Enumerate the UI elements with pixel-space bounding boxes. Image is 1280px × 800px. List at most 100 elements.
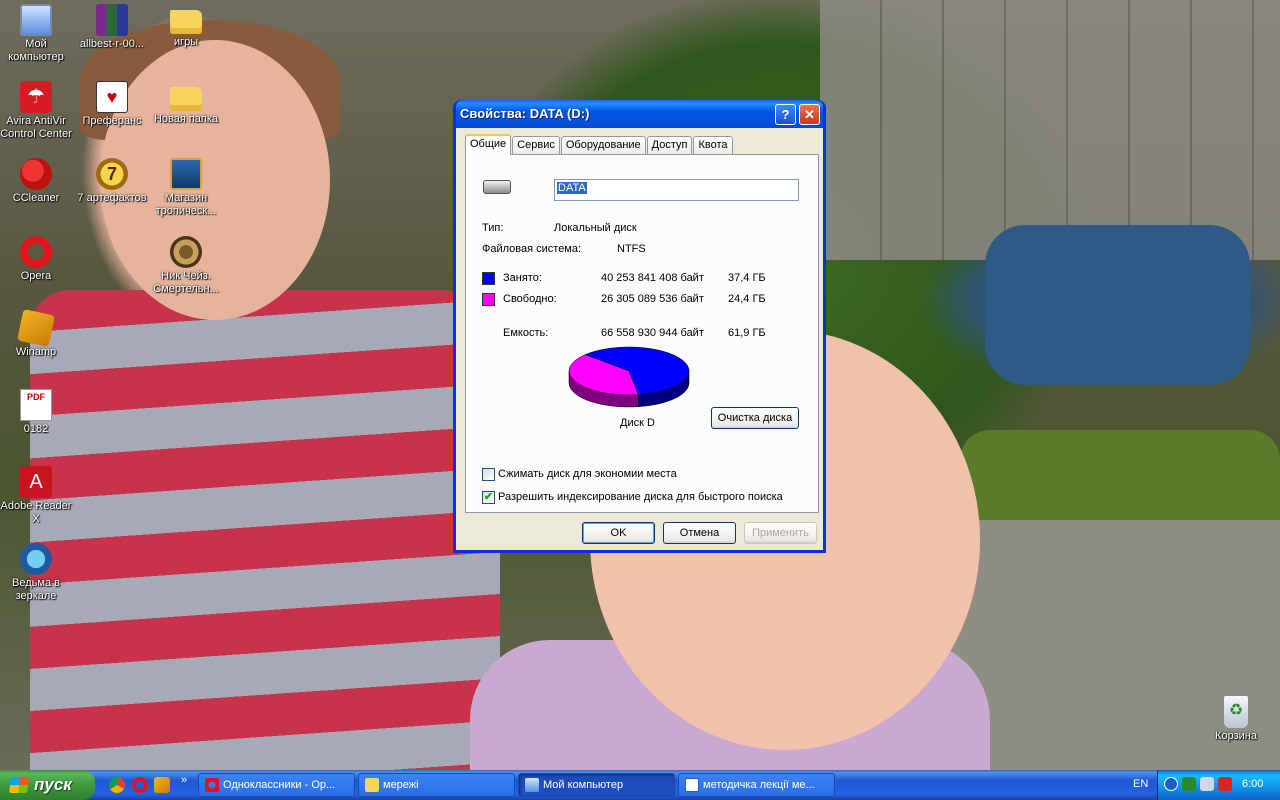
playing-cards-icon: ♥	[96, 81, 128, 113]
close-button[interactable]: ✕	[799, 104, 820, 125]
folder-icon	[170, 10, 202, 34]
compress-checkbox[interactable]	[482, 468, 495, 481]
indexing-checkbox[interactable]: ✔	[482, 491, 495, 504]
desktop-icon-label: Новая папка	[153, 113, 219, 125]
my-computer-icon	[525, 778, 539, 792]
dialog-titlebar[interactable]: Свойства: DATA (D:) ? ✕	[456, 100, 823, 128]
type-label: Тип:	[482, 222, 504, 234]
system-tray: 6:00	[1157, 770, 1280, 800]
task-label: мережі	[383, 779, 419, 791]
desktop-icon-preferans[interactable]: ♥ Преферанс	[74, 81, 150, 128]
desktop-icon-winamp[interactable]: Winamp	[0, 309, 74, 359]
desktop-icon-new-folder[interactable]: Новая папка	[148, 81, 224, 126]
desktop-icon-label: Ник Чейз. Смертельн...	[153, 270, 219, 295]
task-label: методичка лекції ме...	[703, 779, 815, 791]
separator	[482, 262, 798, 263]
hard-drive-icon	[483, 180, 511, 194]
desktop-icon-label: Корзина	[1215, 730, 1257, 742]
used-space-size: 37,4 ГБ	[728, 272, 766, 284]
disk-label: Диск D	[620, 417, 655, 429]
desktop-icon-opera[interactable]: Opera	[0, 236, 74, 283]
desktop-icon-my-computer[interactable]: Мой компьютер	[0, 4, 74, 64]
quicklaunch-chevron-icon[interactable]: »	[181, 774, 187, 786]
desktop-icon-label: 0182	[23, 423, 49, 435]
disk-cleanup-button[interactable]: Очистка диска	[711, 407, 799, 429]
desktop-icon-nick-chase[interactable]: Ник Чейз. Смертельн...	[148, 236, 224, 296]
tray-volume-icon[interactable]	[1200, 777, 1214, 791]
ok-button[interactable]: OK	[582, 522, 655, 544]
cancel-button[interactable]: Отмена	[663, 522, 736, 544]
winrar-archive-icon	[96, 4, 128, 36]
desktop-icon-winrar-archive[interactable]: allbest-r-00...	[74, 4, 150, 51]
compress-label: Сжимать диск для экономии места	[498, 468, 677, 480]
folder-icon	[365, 778, 379, 792]
desktop-icon-label: Opera	[20, 270, 52, 282]
tray-back-arrow-icon[interactable]	[1164, 777, 1178, 791]
separator	[482, 314, 798, 315]
tab-service[interactable]: Сервис	[512, 136, 560, 155]
my-computer-icon	[20, 4, 52, 36]
nick-chase-game-icon	[170, 236, 202, 268]
desktop-icon-label: Avira AntiVir Control Center	[0, 115, 72, 140]
type-value: Локальный диск	[554, 222, 637, 234]
language-indicator[interactable]: EN	[1133, 778, 1148, 790]
start-label: пуск	[34, 775, 72, 794]
desktop-icon-label: игры	[173, 36, 199, 48]
desktop-icon-label: Winamp	[15, 346, 57, 358]
free-space-size: 24,4 ГБ	[728, 293, 766, 305]
tab-strip: Общие Сервис Оборудование Доступ Квота	[465, 134, 734, 155]
taskbar-task-document[interactable]: методичка лекції ме...	[678, 773, 835, 797]
wallpaper-child-shirt	[30, 290, 500, 770]
used-space-bytes: 40 253 841 408 байт	[601, 272, 704, 284]
wallpaper-wall	[820, 0, 1280, 260]
tray-network-icon[interactable]	[1182, 777, 1196, 791]
witch-mirror-game-icon	[20, 543, 52, 575]
desktop-icon-tropical-shop[interactable]: Магазин тропическ...	[148, 158, 224, 218]
separator	[482, 434, 798, 435]
tray-security-icon[interactable]	[1218, 777, 1232, 791]
volume-name-text: DATA	[557, 182, 587, 194]
capacity-label: Емкость:	[503, 327, 549, 339]
separator	[482, 211, 798, 212]
desktop-icon-recycle-bin[interactable]: ♻ Корзина	[1198, 696, 1274, 743]
avira-umbrella-icon: ☂	[20, 81, 52, 113]
apply-button[interactable]: Применить	[744, 522, 817, 544]
pdf-file-icon: PDF	[20, 389, 52, 421]
volume-name-input[interactable]: DATA	[554, 179, 799, 201]
desktop-icon-avira[interactable]: ☂ Avira AntiVir Control Center	[0, 81, 74, 141]
start-button[interactable]: пуск	[0, 770, 95, 800]
desktop-icon-label: Ведьма в зеркале	[12, 577, 60, 602]
desktop-icon-games-folder[interactable]: игры	[148, 4, 224, 49]
opera-browser-icon	[20, 236, 52, 268]
wallpaper-barrel	[985, 225, 1250, 385]
desktop-icon-7-artifacts[interactable]: 7 7 артефактов	[74, 158, 150, 205]
desktop-icon-witch-mirror[interactable]: Ведьма в зеркале	[0, 543, 74, 603]
free-space-label: Свободно:	[503, 293, 557, 305]
desktop-icon-pdf-0182[interactable]: PDF 0182	[0, 389, 74, 436]
desktop-icon-ccleaner[interactable]: CCleaner	[0, 158, 74, 205]
tab-general[interactable]: Общие	[465, 134, 512, 155]
taskbar-task-opera[interactable]: Одноклассники - Ор...	[198, 773, 355, 797]
desktop-icon-label: Преферанс	[82, 115, 142, 127]
tropical-shop-game-icon	[170, 158, 202, 190]
desktop-icon-label: Мой компьютер	[8, 38, 64, 63]
winamp-quicklaunch-icon[interactable]	[154, 777, 170, 793]
task-label: Мой компьютер	[543, 779, 624, 791]
seven-artifacts-icon: 7	[96, 158, 128, 190]
recycle-bin-icon: ♻	[1224, 696, 1248, 728]
taskbar-task-folder[interactable]: мережі	[358, 773, 515, 797]
taskbar-task-my-computer[interactable]: Мой компьютер	[518, 773, 675, 797]
opera-quicklaunch-icon[interactable]	[132, 777, 148, 793]
desktop-icon-adobe-reader[interactable]: A Adobe Reader X	[0, 466, 74, 526]
help-button[interactable]: ?	[775, 104, 796, 125]
tab-quota[interactable]: Квота	[693, 136, 733, 155]
winamp-icon	[17, 309, 55, 347]
document-icon	[685, 778, 699, 792]
tab-hardware[interactable]: Оборудование	[560, 136, 646, 155]
dialog-title: Свойства: DATA (D:)	[460, 106, 590, 121]
tab-sharing[interactable]: Доступ	[646, 136, 693, 155]
dialog-client: Общие Сервис Оборудование Доступ Квота D…	[456, 128, 823, 550]
ccleaner-icon	[20, 158, 52, 190]
chrome-quicklaunch-icon[interactable]	[109, 777, 125, 793]
opera-icon	[205, 778, 219, 792]
